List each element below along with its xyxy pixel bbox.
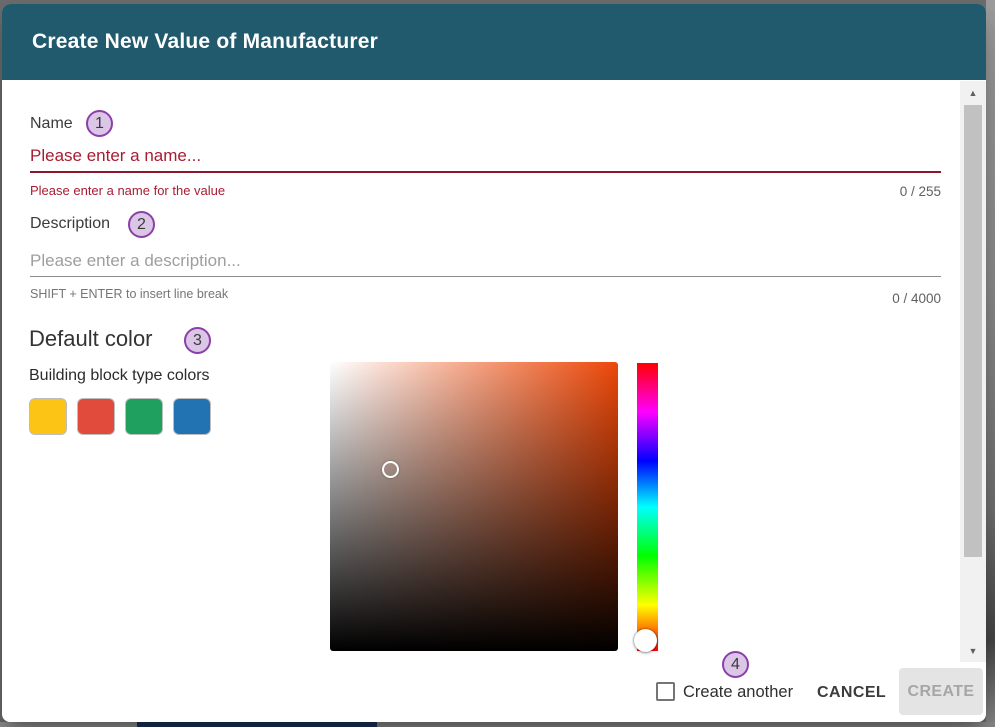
color-swatch-yellow[interactable] — [29, 398, 67, 435]
dialog-header: Create New Value of Manufacturer — [2, 4, 986, 80]
page-backdrop-bottom-left — [0, 722, 137, 727]
name-input[interactable]: Please enter a name... — [30, 146, 201, 166]
color-swatch-red[interactable] — [77, 398, 115, 435]
default-color-heading: Default color — [29, 326, 153, 352]
annotation-badge-2: 2 — [128, 211, 155, 238]
create-another-label[interactable]: Create another — [683, 683, 793, 702]
name-label: Name — [30, 115, 73, 133]
hue-slider[interactable] — [637, 363, 658, 651]
saturation-picker-handle[interactable] — [382, 461, 399, 478]
color-swatch-blue[interactable] — [173, 398, 211, 435]
create-button[interactable]: CREATE — [899, 668, 983, 715]
name-input-underline — [30, 171, 941, 173]
building-block-colors-label: Building block type colors — [29, 367, 210, 385]
annotation-badge-3: 3 — [184, 327, 211, 354]
page-backdrop-right — [986, 0, 995, 727]
create-value-dialog: Create New Value of Manufacturer Name 1 … — [2, 4, 986, 722]
scrollbar-down-arrow-icon[interactable]: ▼ — [960, 641, 986, 661]
annotation-badge-1: 1 — [86, 110, 113, 137]
name-error-message: Please enter a name for the value — [30, 183, 225, 198]
name-char-counter: 0 / 255 — [900, 184, 941, 199]
saturation-brightness-area[interactable] — [330, 362, 618, 651]
page-backdrop-bottom-right — [377, 722, 995, 727]
description-input[interactable]: Please enter a description... — [30, 251, 241, 271]
description-helper-text: SHIFT + ENTER to insert line break — [30, 287, 228, 301]
description-label: Description — [30, 215, 110, 233]
cancel-button[interactable]: CANCEL — [809, 680, 894, 706]
description-char-counter: 0 / 4000 — [892, 291, 941, 306]
page-backdrop-navbar — [137, 722, 377, 727]
color-swatch-green[interactable] — [125, 398, 163, 435]
description-input-underline — [30, 276, 941, 277]
annotation-badge-4: 4 — [722, 651, 749, 678]
create-another-checkbox[interactable] — [656, 682, 675, 701]
scrollbar-up-arrow-icon[interactable]: ▲ — [960, 83, 986, 103]
hue-slider-handle[interactable] — [634, 629, 657, 652]
dialog-title: Create New Value of Manufacturer — [32, 30, 378, 54]
scrollbar-thumb[interactable] — [964, 105, 982, 557]
